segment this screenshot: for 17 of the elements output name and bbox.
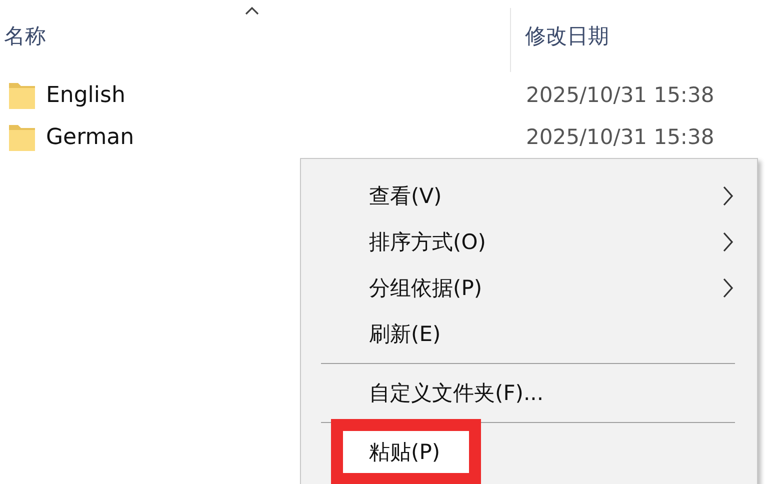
file-name[interactable]: German xyxy=(46,124,134,150)
folder-icon xyxy=(8,80,36,110)
chevron-right-icon xyxy=(721,230,735,254)
folder-icon xyxy=(8,122,36,152)
chevron-right-icon xyxy=(721,276,735,300)
menu-item[interactable]: 粘贴(P) xyxy=(331,419,481,484)
chevron-right-icon xyxy=(721,184,735,208)
menu-item[interactable]: 刷新(E) xyxy=(301,311,757,357)
menu-item[interactable]: 排序方式(O) xyxy=(301,219,757,265)
modified-date: 2025/10/31 15:38 xyxy=(525,83,716,107)
menu-item[interactable]: 分组依据(P) xyxy=(301,265,757,311)
column-header[interactable]: 名称 xyxy=(0,0,510,72)
modified-date: 2025/10/31 15:38 xyxy=(525,125,716,149)
menu-item[interactable]: 自定义文件夹(F)... xyxy=(301,370,757,416)
menu-item[interactable]: 查看(V) xyxy=(301,173,757,219)
column-header[interactable]: 修改日期 xyxy=(511,0,780,72)
file-name[interactable]: English xyxy=(46,82,126,108)
